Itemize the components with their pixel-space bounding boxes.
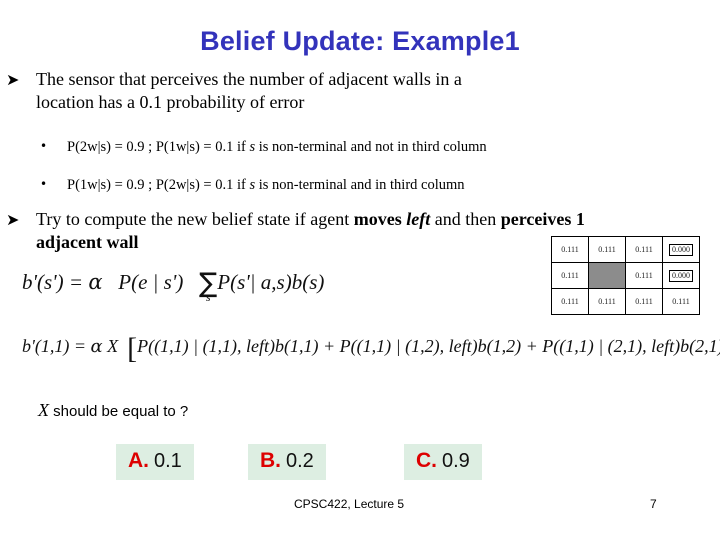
- belief-grid-cell-value: 0.111: [598, 245, 616, 254]
- x-symbol: X: [38, 400, 49, 420]
- page-title: Belief Update: Example1: [200, 26, 520, 56]
- eq1-factor: P(e | s'): [118, 270, 184, 294]
- sub-bullet-prob-b-text: P(1w|s) = 0.9 ; P(2w|s) = 0.1 if s is no…: [67, 176, 680, 194]
- eq1-lhs: b'(s') =: [22, 270, 89, 294]
- belief-grid-wall-cell: [588, 262, 626, 289]
- try-bold2: perceives 1: [500, 209, 585, 229]
- belief-grid-cell-value: 0.111: [561, 297, 579, 306]
- summation-icon: ∑ s: [199, 270, 217, 304]
- eq2-alpha: α: [90, 336, 103, 357]
- belief-grid-cell-value: 0.111: [598, 297, 616, 306]
- answer-b-letter: B.: [260, 449, 281, 472]
- belief-grid-cell: 0.111: [625, 262, 663, 289]
- prob-b-part1: P(1w|s) = 0.9 ; P(2w|s) = 0.1 if: [67, 177, 250, 193]
- sub-bullet-dot-icon: •: [40, 139, 48, 153]
- belief-grid-cell: 0.111: [551, 236, 589, 263]
- bullet-sensor: ➤ The sensor that perceives the number o…: [6, 68, 666, 114]
- bullet-arrow-icon: ➤: [6, 210, 20, 229]
- answer-choice-b[interactable]: B. 0.2: [248, 444, 326, 480]
- bullet-sensor-line2: location has a 0.1 probability of error: [36, 92, 305, 112]
- bullet-sensor-line1: The sensor that perceives the number of …: [36, 69, 462, 89]
- belief-grid-body: 0.111 0.111 0.111 0.000 0.111 0.111 0.000 0.111…: [551, 236, 700, 315]
- try-bold1: moves: [353, 209, 407, 229]
- belief-grid-cell: 0.111: [625, 288, 663, 315]
- belief-grid-row: 0.111 0.111 0.111 0.111: [551, 288, 700, 315]
- belief-grid-cell: 0.111: [662, 288, 700, 315]
- belief-grid-cell-value: 0.111: [635, 245, 653, 254]
- eq2-lhs: b'(1,1) =: [22, 336, 91, 356]
- answer-a-letter: A.: [128, 449, 149, 472]
- sub-bullet-dot-icon: •: [40, 177, 48, 191]
- belief-grid-cell: 0.111: [588, 236, 626, 263]
- belief-grid-cell: 0.111: [551, 288, 589, 315]
- belief-grid-cell-value: 0.111: [561, 271, 579, 280]
- answer-c-value: 0.9: [442, 450, 470, 472]
- belief-grid-cell: 0.111: [588, 288, 626, 315]
- eq2-xvar: X: [102, 336, 123, 356]
- answer-choice-c[interactable]: C. 0.9: [404, 444, 482, 480]
- prob-b-part2: is non-terminal and in third column: [255, 177, 465, 193]
- eq1-body: P(s'| a,s)b(s): [217, 270, 325, 294]
- belief-grid-cell: 0.000: [662, 236, 700, 263]
- x-question: X should be equal to ?: [38, 400, 188, 421]
- prob-a-part2: is non-terminal and not in third column: [255, 139, 487, 155]
- sub-bullet-prob-b: • P(1w|s) = 0.9 ; P(2w|s) = 0.1 if s is …: [40, 176, 680, 194]
- belief-grid-cell: 0.000: [662, 262, 700, 289]
- try-part1: Try to compute the new belief state if a…: [36, 209, 354, 229]
- eq1-sum-index: s: [205, 290, 211, 304]
- belief-grid-cell-boxed-value: 0.000: [669, 269, 693, 282]
- belief-grid-cell-boxed-value: 0.000: [669, 243, 693, 256]
- bullet-arrow-icon: ➤: [6, 70, 20, 89]
- try-bolditalic: left: [406, 209, 431, 229]
- x-question-text: should be equal to ?: [49, 403, 189, 420]
- answer-c-letter: C.: [416, 449, 437, 472]
- belief-state-grid: 0.111 0.111 0.111 0.000 0.111 0.111 0.000 0.111…: [551, 236, 700, 315]
- belief-grid-row: 0.111 0.111 0.111 0.000: [551, 236, 700, 263]
- try-part2: and then: [430, 209, 501, 229]
- try-bold3: adjacent wall: [36, 232, 139, 252]
- belief-grid-cell: 0.111: [551, 262, 589, 289]
- eq2-open-bracket: [: [127, 332, 138, 365]
- bullet-sensor-text: The sensor that perceives the number of …: [36, 68, 666, 114]
- sub-bullet-prob-a-text: P(2w|s) = 0.9 ; P(1w|s) = 0.1 if s is no…: [67, 138, 680, 156]
- prob-a-part1: P(2w|s) = 0.9 ; P(1w|s) = 0.1 if: [67, 139, 250, 155]
- answer-b-value: 0.2: [286, 450, 314, 472]
- belief-grid-cell-value: 0.111: [635, 297, 653, 306]
- belief-grid-cell: 0.111: [625, 236, 663, 263]
- belief-grid-cell-value: 0.111: [635, 271, 653, 280]
- belief-grid-cell-value: 0.111: [672, 297, 690, 306]
- equation-belief-instance: b'(1,1) = α X [P((1,1) | (1,1), left)b(1…: [22, 334, 720, 364]
- answer-a-value: 0.1: [154, 450, 182, 472]
- equation-belief-update: b'(s') = α P(e | s') ∑ s P(s'| a,s)b(s): [22, 270, 325, 304]
- eq1-alpha: α: [88, 270, 103, 294]
- belief-grid-cell-value: 0.111: [561, 245, 579, 254]
- answer-choice-a[interactable]: A. 0.1: [116, 444, 194, 480]
- sub-bullet-prob-a: • P(2w|s) = 0.9 ; P(1w|s) = 0.1 if s is …: [40, 138, 680, 156]
- footer-page-number: 7: [650, 497, 657, 511]
- belief-grid-row: 0.111 0.111 0.000: [551, 262, 700, 289]
- footer-course-label: CPSC422, Lecture 5: [294, 497, 405, 511]
- eq2-body: P((1,1) | (1,1), left)b(1,1) + P((1,1) |…: [137, 336, 720, 356]
